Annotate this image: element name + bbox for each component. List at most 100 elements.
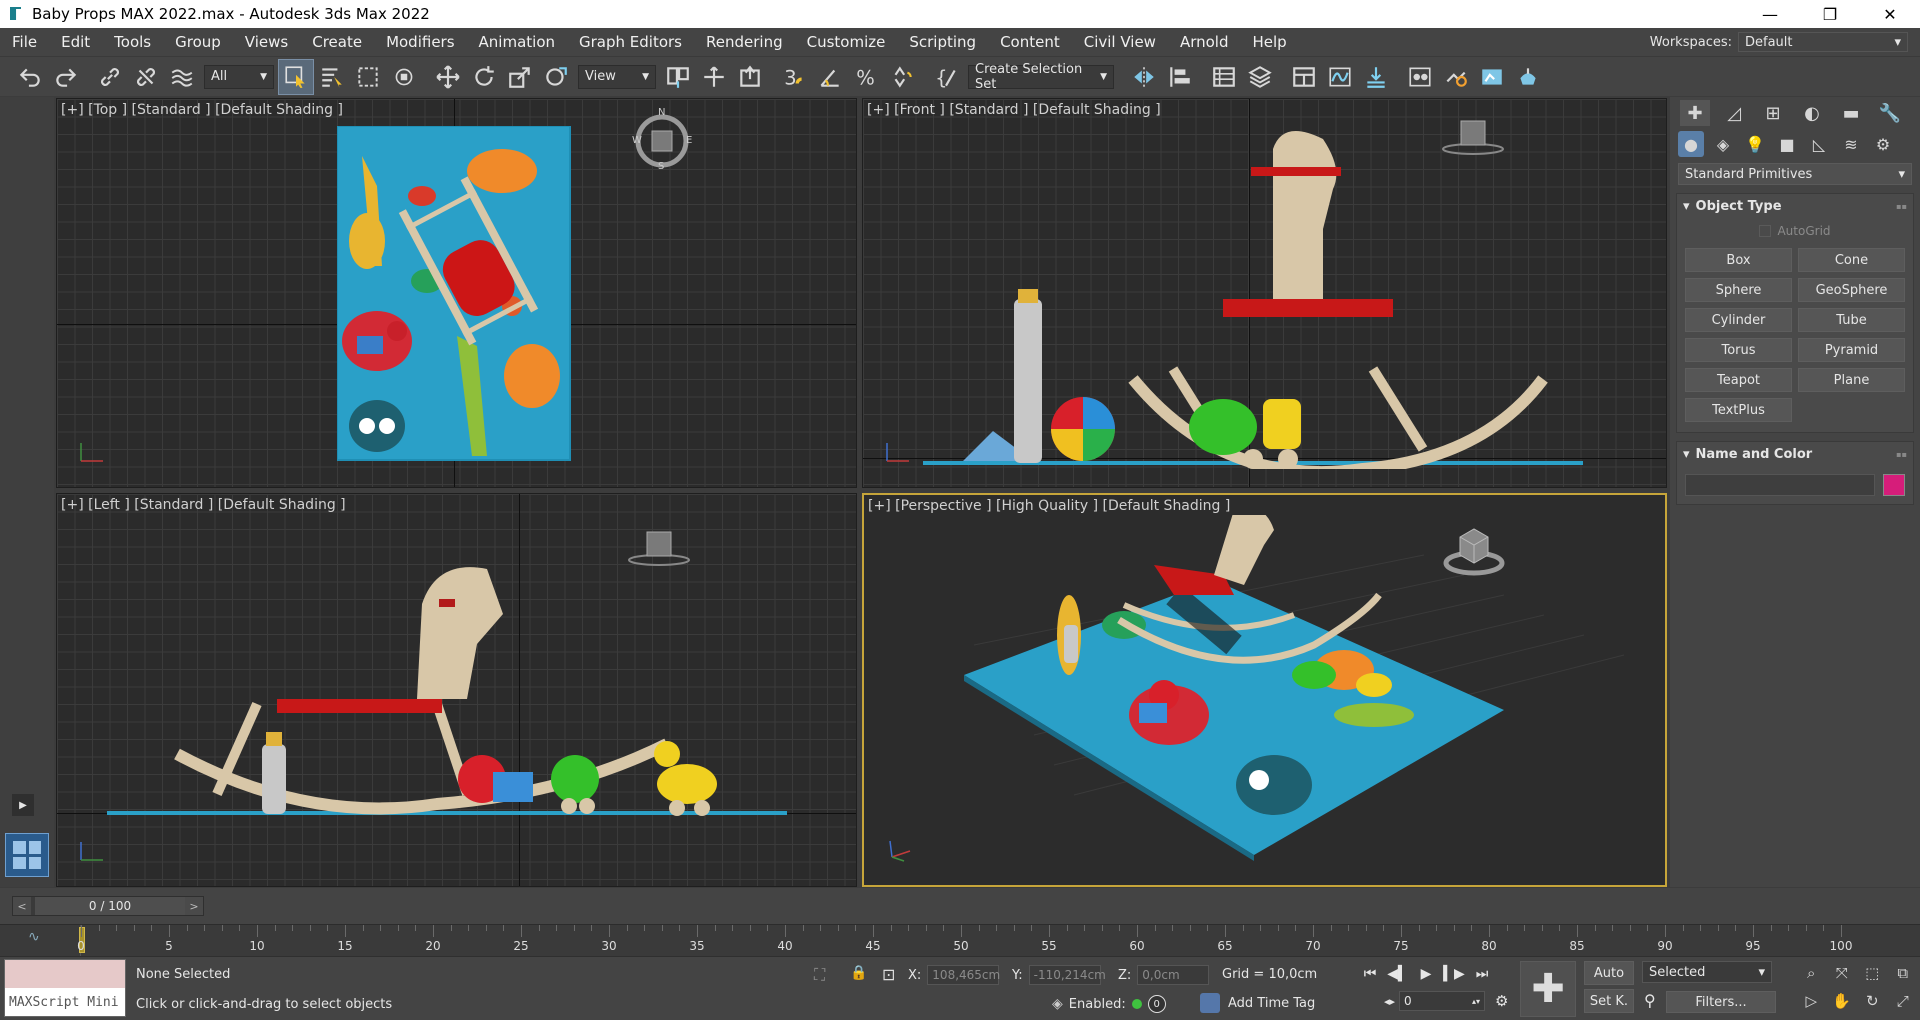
frame-ruler[interactable]: 0 5 10 15 20 25 30 35 40 45 50 55 60 65 70 75 80 85 90 95 10… (77, 925, 1852, 957)
create-tab-icon[interactable]: ✚ (1680, 100, 1710, 126)
pan-icon[interactable]: ✋ (1829, 991, 1856, 1011)
edit-named-selection-icon[interactable]: { (928, 59, 964, 95)
current-frame-field[interactable]: 0 ▴▾ (1399, 991, 1486, 1011)
material-editor-icon[interactable] (1402, 59, 1438, 95)
torus-button[interactable]: Torus (1685, 338, 1792, 362)
bind-space-warp-icon[interactable] (164, 59, 200, 95)
move-icon[interactable] (430, 59, 466, 95)
snaps-toggle-icon[interactable]: 3 (776, 59, 812, 95)
restore-button[interactable]: ❐ (1800, 0, 1860, 28)
enabled-status-dot[interactable] (1131, 999, 1142, 1009)
link-icon[interactable] (92, 59, 128, 95)
viewport-front-label[interactable]: [+] [Front ] [Standard ] [Default Shadin… (867, 102, 1161, 118)
maxscript-listener[interactable]: MAXScript Mini (4, 959, 126, 1017)
lights-icon[interactable]: 💡 (1742, 131, 1768, 157)
field-of-view-icon[interactable]: ▷ (1798, 991, 1825, 1011)
rectangular-selection-icon[interactable] (350, 59, 386, 95)
z-field[interactable]: 0,0cm (1137, 965, 1210, 985)
cylinder-button[interactable]: Cylinder (1685, 308, 1792, 332)
menu-rendering[interactable]: Rendering (694, 28, 795, 56)
display-tab-icon[interactable]: ▬ (1836, 100, 1866, 126)
geosphere-button[interactable]: GeoSphere (1798, 278, 1905, 302)
cone-button[interactable]: Cone (1798, 248, 1905, 272)
keyboard-shortcut-override-icon[interactable] (732, 59, 768, 95)
angle-snap-icon[interactable] (812, 59, 848, 95)
maximize-viewport-icon[interactable]: ⤢ (1890, 991, 1917, 1011)
helpers-icon[interactable]: ◺ (1806, 131, 1832, 157)
key-selection-dropdown[interactable]: Selected ▾ (1642, 961, 1772, 983)
mirror-icon[interactable] (1126, 59, 1162, 95)
percent-snap-icon[interactable]: % (848, 59, 884, 95)
time-configuration-icon[interactable]: ⚙ (1495, 992, 1508, 1010)
unlink-icon[interactable] (128, 59, 164, 95)
time-slider-prev[interactable]: < (13, 897, 31, 915)
menu-customize[interactable]: Customize (795, 28, 898, 56)
plane-button[interactable]: Plane (1798, 368, 1905, 392)
time-slider-thumb[interactable]: 0 / 100 (35, 897, 185, 915)
viewport-perspective[interactable]: [+] [Perspective ] [High Quality ] [Defa… (862, 493, 1667, 887)
systems-icon[interactable]: ⚙ (1870, 131, 1896, 157)
viewport-top[interactable]: [+] [Top ] [Standard ] [Default Shading … (56, 98, 857, 488)
curve-editor-icon[interactable] (1322, 59, 1358, 95)
go-to-end-icon[interactable]: ⏭ (1470, 963, 1494, 985)
menu-file[interactable]: File (0, 28, 49, 56)
scale-icon[interactable] (502, 59, 538, 95)
geometry-icon[interactable]: ● (1678, 131, 1704, 157)
window-crossing-icon[interactable] (386, 59, 422, 95)
orbit-icon[interactable]: ↻ (1859, 991, 1886, 1011)
object-color-swatch[interactable] (1883, 474, 1905, 496)
play-icon[interactable]: ▶ (12, 794, 34, 816)
play-animation-icon[interactable]: ▶ (1414, 963, 1438, 985)
name-and-color-header[interactable]: ▾ Name and Color ▪▪ (1677, 442, 1913, 466)
pyramid-button[interactable]: Pyramid (1798, 338, 1905, 362)
tube-button[interactable]: Tube (1798, 308, 1905, 332)
enabled-count[interactable]: 0 (1147, 995, 1166, 1013)
key-filters-button[interactable]: Filters... (1666, 991, 1776, 1013)
sphere-button[interactable]: Sphere (1685, 278, 1792, 302)
y-field[interactable]: -110,214cm (1028, 965, 1106, 985)
modify-tab-icon[interactable]: ◿ (1719, 100, 1749, 126)
space-warps-icon[interactable]: ≋ (1838, 131, 1864, 157)
add-time-tag[interactable]: Add Time Tag (1200, 993, 1315, 1013)
teapot-button[interactable]: Teapot (1685, 368, 1792, 392)
redo-icon[interactable] (48, 59, 84, 95)
spinner-icon[interactable]: ▴▾ (1472, 997, 1480, 1006)
compass-viewcube[interactable]: N S W E (632, 107, 692, 172)
select-manipulate-icon[interactable] (696, 59, 732, 95)
menu-modifiers[interactable]: Modifiers (374, 28, 466, 56)
selection-filter-dropdown[interactable]: All ▼ (204, 64, 274, 89)
viewcube[interactable] (1441, 113, 1505, 163)
scene-explorer-icon[interactable] (1206, 59, 1242, 95)
reference-coordinate-dropdown[interactable]: View ▼ (578, 64, 656, 89)
menu-tools[interactable]: Tools (102, 28, 163, 56)
maxscript-output[interactable] (5, 960, 125, 988)
primitive-category-dropdown[interactable]: Standard Primitives ▾ (1678, 163, 1912, 185)
auto-key-button[interactable]: Auto (1584, 961, 1634, 985)
menu-help[interactable]: Help (1241, 28, 1299, 56)
track-bar[interactable]: ∿ 0 5 10 15 20 25 30 35 40 45 50 55 60 65 70 75 80 85 90 95… (0, 924, 1920, 957)
viewcube[interactable] (627, 522, 691, 572)
render-setup-icon[interactable] (1438, 59, 1474, 95)
viewport-left[interactable]: [+] [Left ] [Standard ] [Default Shading… (56, 493, 857, 887)
time-slider-next[interactable]: > (185, 897, 203, 915)
place-icon[interactable] (538, 59, 574, 95)
set-key-icon[interactable]: ✚ (1520, 961, 1576, 1017)
go-to-start-icon[interactable]: ⏮ (1358, 963, 1382, 985)
box-button[interactable]: Box (1685, 248, 1792, 272)
zoom-all-icon[interactable]: ⤧ (1829, 963, 1856, 983)
textplus-button[interactable]: TextPlus (1685, 398, 1792, 422)
object-name-field[interactable] (1685, 474, 1875, 496)
align-icon[interactable] (1162, 59, 1198, 95)
isolate-selection-icon[interactable]: ⛶ (814, 965, 825, 985)
viewport-front[interactable]: [+] [Front ] [Standard ] [Default Shadin… (862, 98, 1667, 488)
undo-icon[interactable] (12, 59, 48, 95)
minimize-button[interactable]: — (1740, 0, 1800, 28)
close-button[interactable]: ✕ (1860, 0, 1920, 28)
cameras-icon[interactable]: ■ (1774, 131, 1800, 157)
select-object-icon[interactable] (278, 58, 314, 95)
maxscript-input[interactable]: MAXScript Mini (5, 988, 125, 1016)
zoom-extents-all-icon[interactable]: ⧉ (1890, 963, 1917, 983)
absolute-mode-icon[interactable]: ⊡ (882, 965, 895, 984)
select-by-name-icon[interactable] (314, 59, 350, 95)
rendered-frame-window-icon[interactable] (1474, 59, 1510, 95)
